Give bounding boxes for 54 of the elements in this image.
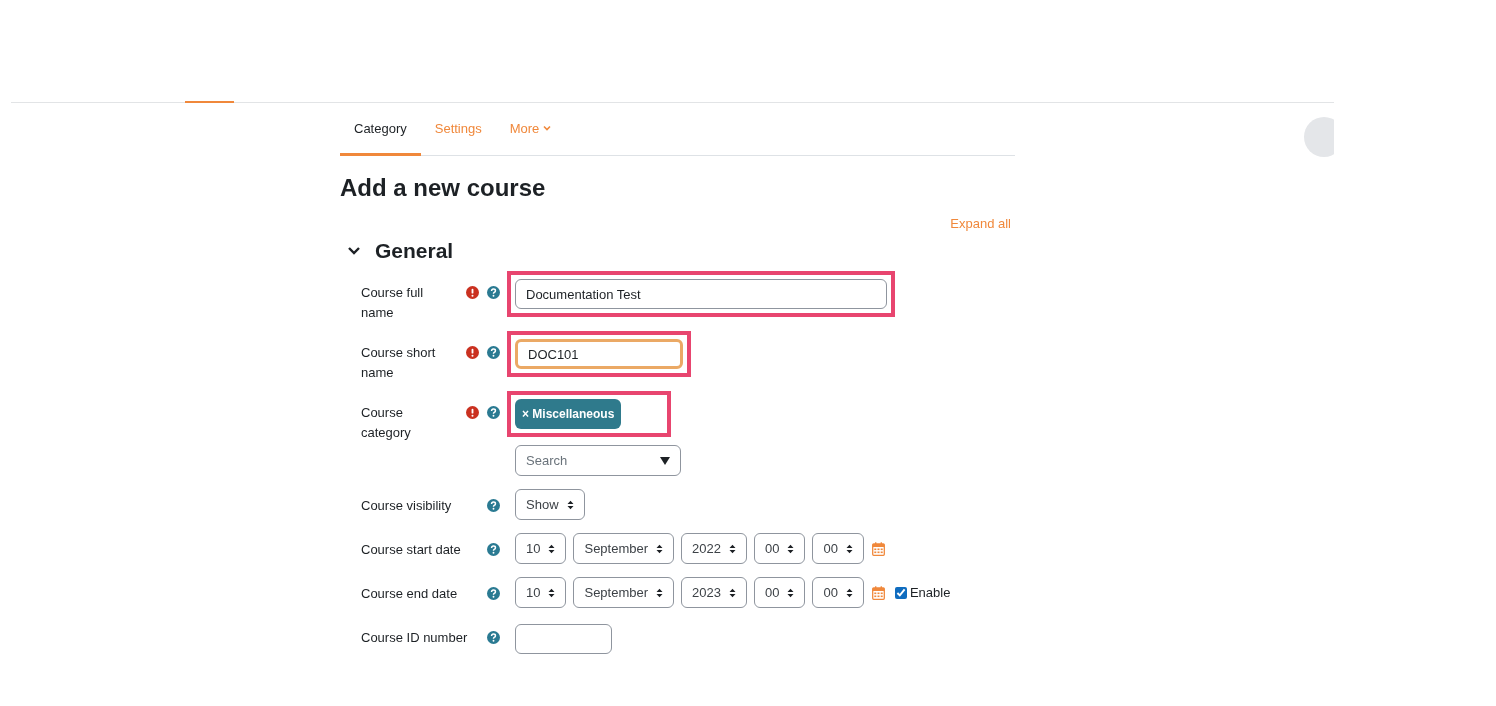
select-dropdown[interactable]: September (573, 577, 675, 608)
sort-arrows-icon (787, 543, 795, 554)
text-field[interactable]: Documentation Test (515, 279, 887, 309)
help-icon[interactable] (487, 346, 500, 359)
select-dropdown[interactable]: 2023 (681, 577, 747, 608)
chevron-icon[interactable] (347, 246, 361, 256)
avatar-circle (1304, 117, 1334, 157)
sort-arrows-icon (656, 543, 664, 554)
field-label: Course short name (361, 344, 437, 382)
calendar-icon[interactable] (871, 585, 885, 600)
help-icon[interactable] (487, 286, 500, 299)
search-placeholder: Search (526, 453, 568, 468)
select-dropdown[interactable]: 10 (515, 577, 567, 608)
select-dropdown[interactable]: 2022 (681, 533, 747, 564)
nav-indicator (185, 101, 234, 103)
dropdown-arrow-icon (660, 456, 670, 465)
field-label: Course end date (361, 585, 458, 603)
help-icon[interactable] (487, 587, 500, 600)
checkbox-label: Enable (909, 585, 951, 600)
sort-arrows-icon (729, 543, 736, 554)
help-icon[interactable] (487, 543, 500, 556)
sort-arrows-icon (548, 543, 556, 554)
field-label: Course ID number (361, 629, 468, 647)
sort-arrows-icon (566, 499, 574, 510)
help-icon[interactable] (487, 406, 500, 419)
sort-arrows-icon (548, 587, 556, 598)
help-icon[interactable] (487, 631, 500, 644)
nav-tab[interactable]: Category (340, 103, 421, 156)
select-dropdown[interactable]: 00 (812, 577, 864, 608)
field-label: Course visibility (361, 497, 452, 515)
field-label: Course start date (361, 541, 461, 559)
select-dropdown[interactable]: 00 (812, 533, 864, 564)
sort-arrows-icon (845, 587, 853, 598)
section-title: General (375, 239, 454, 263)
select-dropdown[interactable]: 00 (754, 577, 806, 608)
sort-arrows-icon (787, 587, 795, 598)
field-label: Course category (361, 404, 412, 442)
page-title: Add a new course (340, 174, 547, 202)
calendar-icon[interactable] (871, 541, 885, 556)
sort-arrows-icon (729, 587, 736, 598)
sort-arrows-icon (845, 543, 853, 554)
text-field[interactable]: DOC101 (515, 339, 683, 369)
sort-arrows-icon (656, 587, 664, 598)
select-dropdown[interactable]: September (573, 533, 675, 564)
category-tag[interactable]: × Miscellaneous (515, 399, 622, 429)
caret-icon (543, 125, 552, 131)
help-icon[interactable] (487, 499, 500, 512)
select-dropdown[interactable]: Show (515, 489, 585, 520)
text-field[interactable] (515, 624, 612, 654)
field-label: Course full name (361, 284, 425, 322)
select-dropdown[interactable]: 00 (754, 533, 806, 564)
search-dropdown[interactable]: Search (515, 445, 681, 476)
select-dropdown[interactable]: 10 (515, 533, 567, 564)
enable-checkbox[interactable] (894, 586, 907, 599)
